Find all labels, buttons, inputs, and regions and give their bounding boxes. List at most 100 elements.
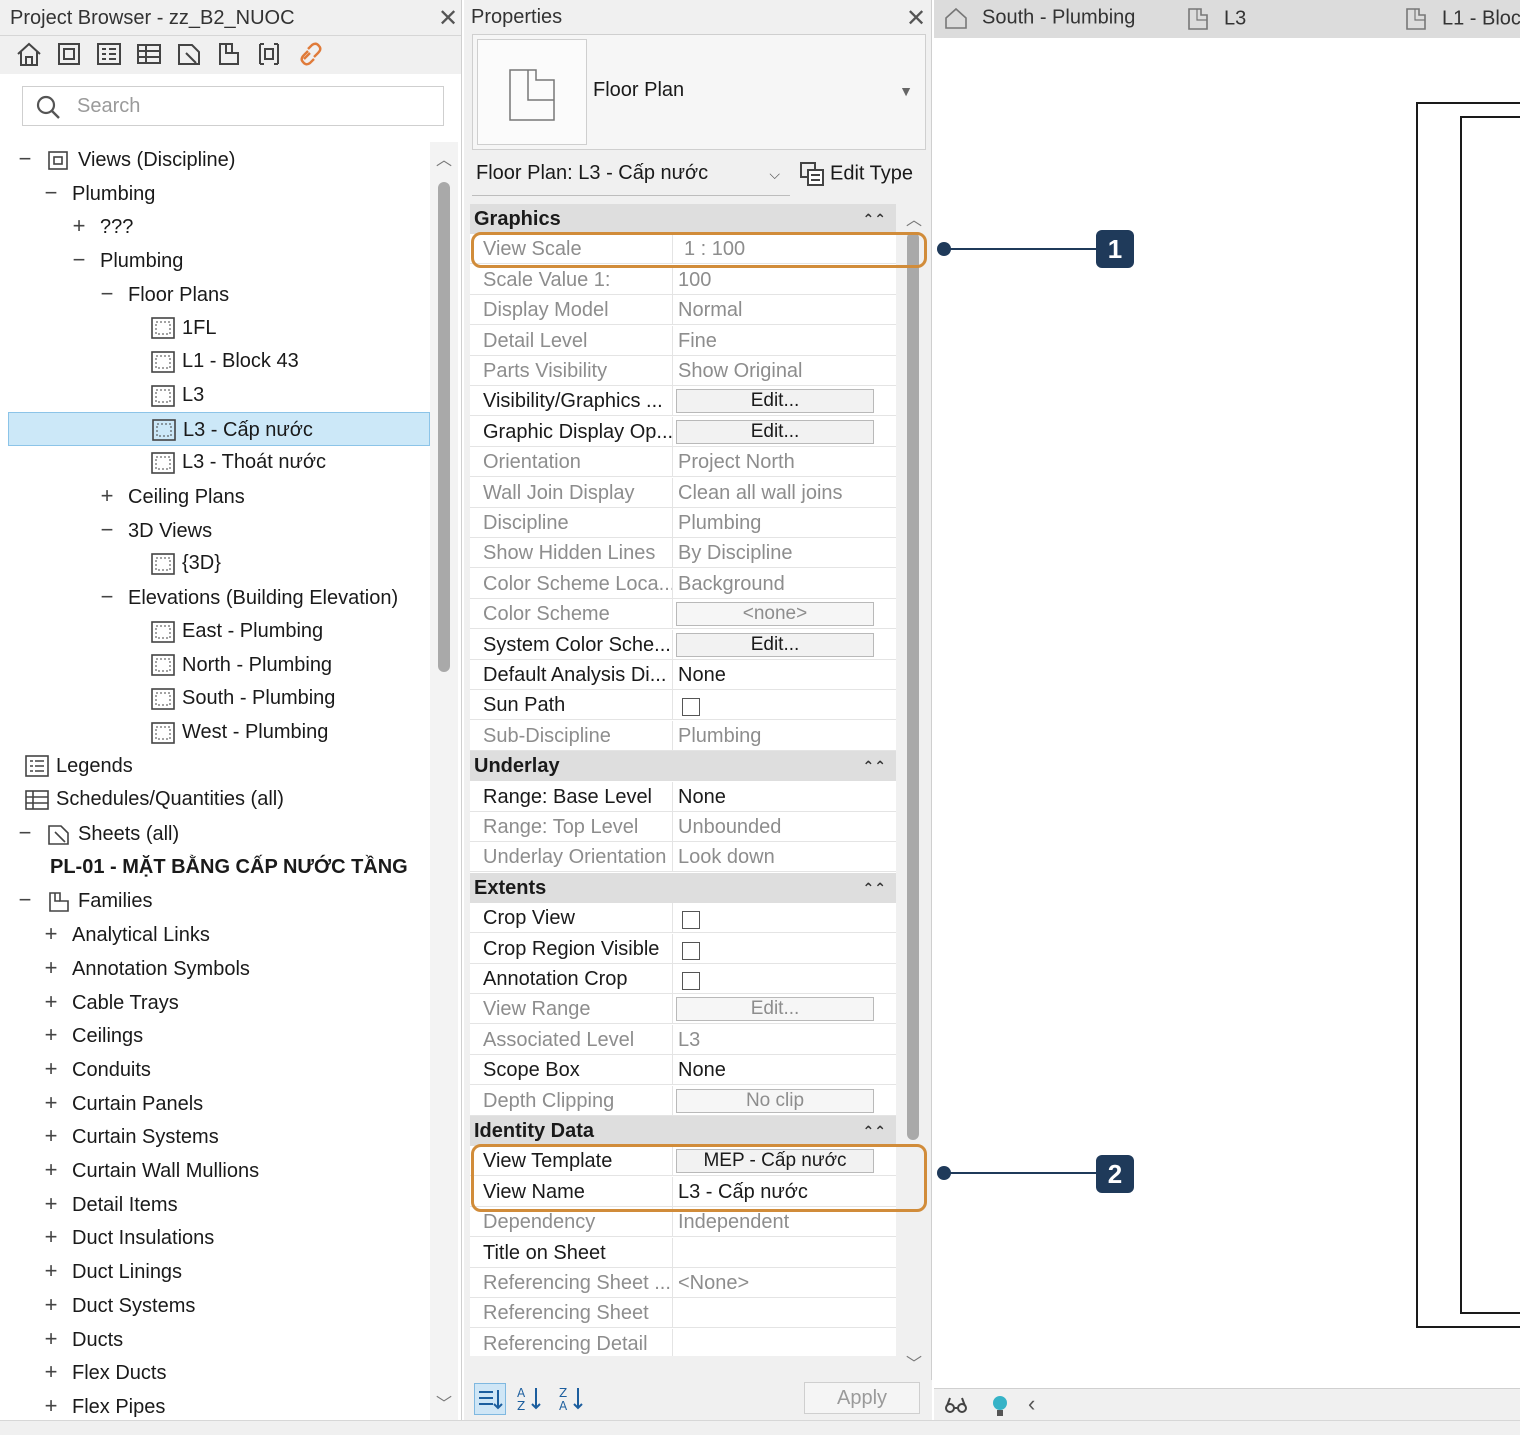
tree-item[interactable]: + Flex Ducts <box>40 1355 167 1389</box>
property-value[interactable] <box>678 1238 888 1268</box>
tree-item[interactable]: − Plumbing <box>68 243 184 277</box>
property-row[interactable]: Annotation Crop <box>470 964 896 994</box>
project-browser-scrollbar[interactable]: ︿ ﹀ <box>430 142 458 1420</box>
scroll-up-icon[interactable]: ︿ <box>906 206 922 230</box>
drawing-canvas[interactable] <box>934 38 1520 1388</box>
expand-icon[interactable]: + <box>40 917 62 951</box>
expand-icon[interactable]: + <box>40 951 62 985</box>
expand-icon[interactable]: + <box>68 209 90 243</box>
sort-ascending-icon[interactable]: AZ <box>514 1383 546 1415</box>
type-selector[interactable]: Floor Plan ▼ <box>472 34 926 150</box>
home-icon[interactable] <box>14 39 44 69</box>
property-value-button[interactable]: Edit... <box>676 389 874 414</box>
close-icon[interactable]: ✕ <box>438 4 458 33</box>
tree-item[interactable]: + Detail Items <box>40 1187 178 1221</box>
tree-item[interactable]: L3 <box>150 378 204 412</box>
tree-item[interactable]: − Families <box>14 883 153 917</box>
property-row[interactable]: Sun Path <box>470 690 896 721</box>
sort-by-group-icon[interactable] <box>474 1383 506 1415</box>
property-group-header[interactable]: Identity Data ⌃⌃ <box>470 1116 896 1146</box>
tree-item[interactable]: +??? <box>68 209 134 243</box>
tree-item[interactable]: L3 - Cấp nước <box>8 411 430 446</box>
property-row[interactable]: Crop View <box>470 903 896 934</box>
collapse-icon[interactable]: − <box>96 513 118 547</box>
tree-item[interactable]: + Duct Systems <box>40 1288 196 1322</box>
expand-icon[interactable]: + <box>40 1355 62 1389</box>
expand-icon[interactable]: + <box>40 1220 62 1254</box>
apply-button[interactable]: Apply <box>804 1382 920 1414</box>
property-row[interactable]: Title on Sheet <box>470 1237 896 1268</box>
property-row[interactable]: Scope Box None <box>470 1055 896 1086</box>
scroll-up-icon[interactable]: ︿ <box>436 146 452 170</box>
schedules-icon[interactable] <box>134 39 164 69</box>
property-value[interactable]: None <box>678 660 888 690</box>
sheets-icon[interactable] <box>174 39 204 69</box>
scrollbar-thumb[interactable] <box>907 232 919 1140</box>
links-icon[interactable] <box>296 39 326 69</box>
tree-item[interactable]: L3 - Thoát nước <box>150 445 326 479</box>
edit-type-button[interactable]: Edit Type <box>798 160 913 188</box>
expand-icon[interactable]: + <box>40 1322 62 1356</box>
collapse-group-icon[interactable]: ⌃⌃ <box>863 751 886 781</box>
tree-item[interactable]: − Views (Discipline) <box>14 142 236 176</box>
property-checkbox[interactable] <box>682 972 700 990</box>
expand-icon[interactable]: + <box>40 1086 62 1120</box>
tree-item[interactable]: + Ducts <box>40 1322 124 1356</box>
tree-item[interactable]: Schedules/Quantities (all) <box>14 782 284 816</box>
collapse-icon[interactable]: − <box>40 176 62 210</box>
expand-icon[interactable]: + <box>40 1018 62 1052</box>
view-tab[interactable]: L1 - Bloc <box>1404 6 1520 32</box>
property-value[interactable]: None <box>678 1055 888 1085</box>
property-group-header[interactable]: Extents ⌃⌃ <box>470 872 896 903</box>
tree-item[interactable]: + Analytical Links <box>40 917 210 951</box>
tree-item[interactable]: + Curtain Panels <box>40 1086 204 1120</box>
search-input[interactable] <box>77 91 427 121</box>
tree-item[interactable]: + Cable Trays <box>40 985 179 1019</box>
tree-item[interactable]: + Duct Linings <box>40 1254 183 1288</box>
property-group-header[interactable]: Graphics ⌃⌃ <box>470 204 896 234</box>
tree-item[interactable]: + Annotation Symbols <box>40 951 250 985</box>
collapse-icon[interactable]: − <box>68 243 90 277</box>
tree-item[interactable]: + Curtain Wall Mullions <box>40 1153 260 1187</box>
expand-icon[interactable]: + <box>40 1254 62 1288</box>
property-value-button[interactable]: Edit... <box>676 419 874 444</box>
tree-item[interactable]: + Curtain Systems <box>40 1119 219 1153</box>
scrollbar-thumb[interactable] <box>438 182 450 672</box>
sort-descending-icon[interactable]: ZA <box>556 1383 588 1415</box>
collapse-group-icon[interactable]: ⌃⌃ <box>863 204 886 234</box>
expand-icon[interactable]: + <box>40 1119 62 1153</box>
property-value-button[interactable]: Edit... <box>676 632 874 657</box>
glasses-icon[interactable] <box>944 1393 968 1422</box>
property-row[interactable]: Graphic Display Op... Edit... <box>470 416 896 447</box>
tree-item[interactable]: − Elevations (Building Elevation) <box>96 580 399 614</box>
tree-item[interactable]: + Conduits <box>40 1052 151 1086</box>
property-checkbox[interactable] <box>682 941 700 960</box>
property-row[interactable]: Crop Region Visible <box>470 933 896 964</box>
tree-item[interactable]: 1FL <box>150 311 216 345</box>
tree-item[interactable]: East - Plumbing <box>150 614 323 648</box>
instance-filter-dropdown[interactable]: Floor Plan: L3 - Cấp nước ⌵ <box>472 156 790 196</box>
tree-item[interactable]: − Plumbing <box>40 176 156 210</box>
legends-icon[interactable] <box>94 39 124 69</box>
families-icon[interactable] <box>214 39 244 69</box>
property-row[interactable]: System Color Sche... Edit... <box>470 629 896 660</box>
property-group-header[interactable]: Underlay ⌃⌃ <box>470 751 896 782</box>
scroll-down-icon[interactable]: ﹀ <box>436 1390 452 1414</box>
tree-item[interactable]: {3D} <box>150 546 221 580</box>
tree-item[interactable]: − Sheets (all) <box>14 816 180 850</box>
collapse-group-icon[interactable]: ⌃⌃ <box>863 1116 886 1146</box>
tree-item[interactable]: PL-01 - MẶT BẰNG CẤP NƯỚC TẦNG <box>40 850 408 884</box>
view-tab[interactable]: South - Plumbing <box>944 6 1135 30</box>
property-row[interactable]: Default Analysis Di... None <box>470 660 896 690</box>
property-value[interactable]: None <box>678 782 888 812</box>
tree-item[interactable]: − Floor Plans <box>96 277 230 311</box>
tree-item[interactable]: North - Plumbing <box>150 648 332 682</box>
tree-item[interactable]: + Duct Insulations <box>40 1220 215 1254</box>
expand-icon[interactable]: + <box>40 1187 62 1221</box>
property-checkbox[interactable] <box>682 911 700 930</box>
collapse-group-icon[interactable]: ⌃⌃ <box>863 873 886 903</box>
expand-icon[interactable]: + <box>40 1052 62 1086</box>
collapse-icon[interactable]: − <box>96 277 118 311</box>
tree-item[interactable]: + Ceiling Plans <box>96 479 245 513</box>
view-tab[interactable]: L3 <box>1186 6 1246 32</box>
